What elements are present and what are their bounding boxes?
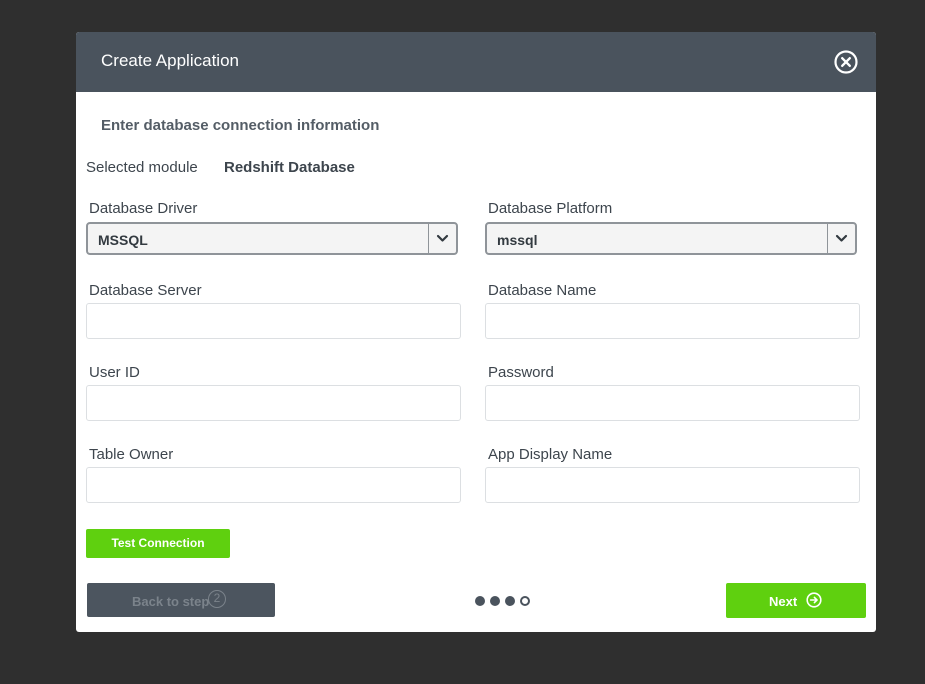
database-platform-value: mssql [497,232,538,248]
user-id-label: User ID [89,364,140,381]
selected-module-value: Redshift Database [224,159,355,176]
section-heading: Enter database connection information [101,117,380,134]
database-platform-label: Database Platform [488,200,613,217]
modal-header: Create Application [76,32,876,92]
step-indicator [475,596,535,608]
database-driver-select[interactable]: MSSQL [86,222,458,255]
password-input[interactable] [485,385,860,421]
next-button[interactable]: Next [726,583,866,618]
database-driver-label: Database Driver [89,200,198,217]
table-owner-label: Table Owner [89,446,174,463]
database-server-label: Database Server [89,282,202,299]
step-dot-filled [490,596,500,606]
chevron-down-icon[interactable] [428,224,456,253]
app-display-name-input[interactable] [485,467,860,503]
password-label: Password [488,364,554,381]
selected-module-label: Selected module [86,159,198,176]
database-platform-select[interactable]: mssql [485,222,857,255]
user-id-input[interactable] [86,385,461,421]
test-connection-button[interactable]: Test Connection [86,529,230,558]
step-dot-filled [475,596,485,606]
chevron-down-icon[interactable] [827,224,855,253]
step-number-icon: 2 [208,590,226,608]
back-button-label: Back to step [132,594,210,609]
back-to-step-button[interactable]: Back to step 2 [87,583,275,617]
app-display-name-label: App Display Name [488,446,613,463]
step-dot-empty [520,596,530,606]
database-server-input[interactable] [86,303,461,339]
modal-title: Create Application [101,51,239,70]
close-icon[interactable] [834,50,858,74]
database-driver-value: MSSQL [98,232,148,248]
arrow-right-circle-icon [806,592,822,608]
create-application-modal: Create Application Enter database connec… [76,32,876,632]
next-button-label: Next [769,594,798,609]
database-name-input[interactable] [485,303,860,339]
database-name-label: Database Name [488,282,597,299]
step-dot-filled [505,596,515,606]
table-owner-input[interactable] [86,467,461,503]
